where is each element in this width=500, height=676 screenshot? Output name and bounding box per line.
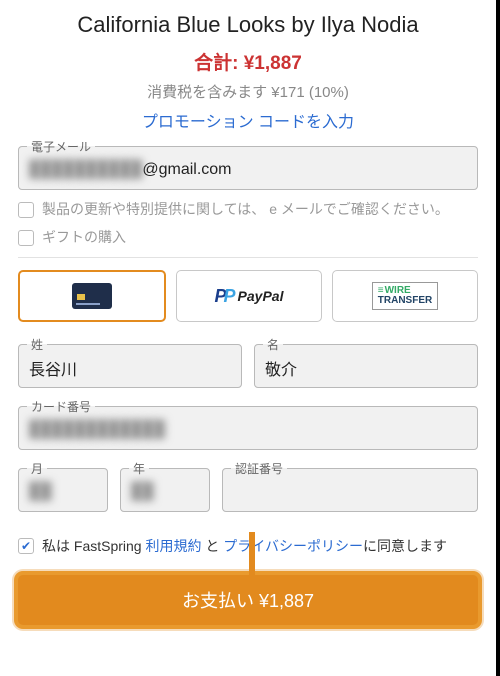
- credit-card-icon: [72, 283, 112, 309]
- firstname-input[interactable]: [255, 353, 477, 387]
- payment-methods: PP PayPal ≡WIRE TRANSFER: [18, 270, 478, 322]
- terms-checkbox[interactable]: [18, 538, 34, 554]
- year-fieldset: 年 ██: [120, 460, 210, 512]
- tax-line: 消費税を含みます ¥171 (10%): [18, 81, 478, 102]
- year-input[interactable]: ██: [121, 477, 209, 511]
- lastname-input[interactable]: [19, 353, 241, 387]
- email-legend: 電子メール: [27, 138, 95, 155]
- gift-checkbox[interactable]: [18, 230, 34, 246]
- email-masked: ██████████: [29, 161, 142, 178]
- total-line: 合計: ¥1,887: [18, 48, 478, 75]
- gift-opt-row: ギフトの購入: [18, 228, 478, 248]
- firstname-legend: 名: [263, 336, 283, 353]
- lastname-legend: 姓: [27, 336, 47, 353]
- cvv-fieldset: 認証番号: [222, 460, 478, 512]
- pay-button[interactable]: お支払い ¥1,887: [18, 575, 478, 625]
- payment-method-card[interactable]: [18, 270, 166, 322]
- email-fieldset: 電子メール ██████████@gmail.com: [18, 138, 478, 190]
- terms-row: 私は FastSpring 利用規約 と プライバシーポリシーに同意します: [18, 536, 478, 557]
- payment-method-wire[interactable]: ≡WIRE TRANSFER: [332, 270, 478, 322]
- paypal-icon: PP PayPal: [215, 286, 284, 307]
- cardnumber-masked: ████████████: [29, 421, 165, 438]
- month-fieldset: 月 ██: [18, 460, 108, 512]
- firstname-fieldset: 名: [254, 336, 478, 388]
- divider: [18, 257, 478, 258]
- payment-method-paypal[interactable]: PP PayPal: [176, 270, 322, 322]
- privacy-link[interactable]: プライバシーポリシー: [223, 538, 363, 554]
- gift-label: ギフトの購入: [42, 228, 126, 248]
- updates-opt-row: 製品の更新や特別提供に関しては、 e メールでご確認ください。: [18, 200, 478, 220]
- email-input[interactable]: ██████████@gmail.com: [19, 155, 477, 189]
- wire-transfer-icon: ≡WIRE TRANSFER: [372, 282, 438, 310]
- cvv-legend: 認証番号: [231, 460, 287, 477]
- total-amount: ¥1,887: [244, 53, 302, 74]
- tos-link[interactable]: 利用規約: [145, 538, 201, 554]
- total-label: 合計:: [194, 53, 238, 74]
- updates-label: 製品の更新や特別提供に関しては、 e メールでご確認ください。: [42, 200, 449, 220]
- cardnumber-fieldset: カード番号 ████████████: [18, 398, 478, 450]
- page-title: California Blue Looks by Ilya Nodia: [18, 12, 478, 38]
- cardnumber-legend: カード番号: [27, 398, 95, 415]
- cvv-input[interactable]: [223, 477, 477, 511]
- lastname-fieldset: 姓: [18, 336, 242, 388]
- year-legend: 年: [129, 460, 149, 477]
- email-tail: @gmail.com: [142, 161, 231, 178]
- terms-text: 私は FastSpring 利用規約 と プライバシーポリシーに同意します: [42, 536, 447, 557]
- month-legend: 月: [27, 460, 47, 477]
- updates-checkbox[interactable]: [18, 202, 34, 218]
- cardnumber-input[interactable]: ████████████: [19, 415, 477, 449]
- month-input[interactable]: ██: [19, 477, 107, 511]
- promo-code-link[interactable]: プロモーション コードを入力: [18, 108, 478, 132]
